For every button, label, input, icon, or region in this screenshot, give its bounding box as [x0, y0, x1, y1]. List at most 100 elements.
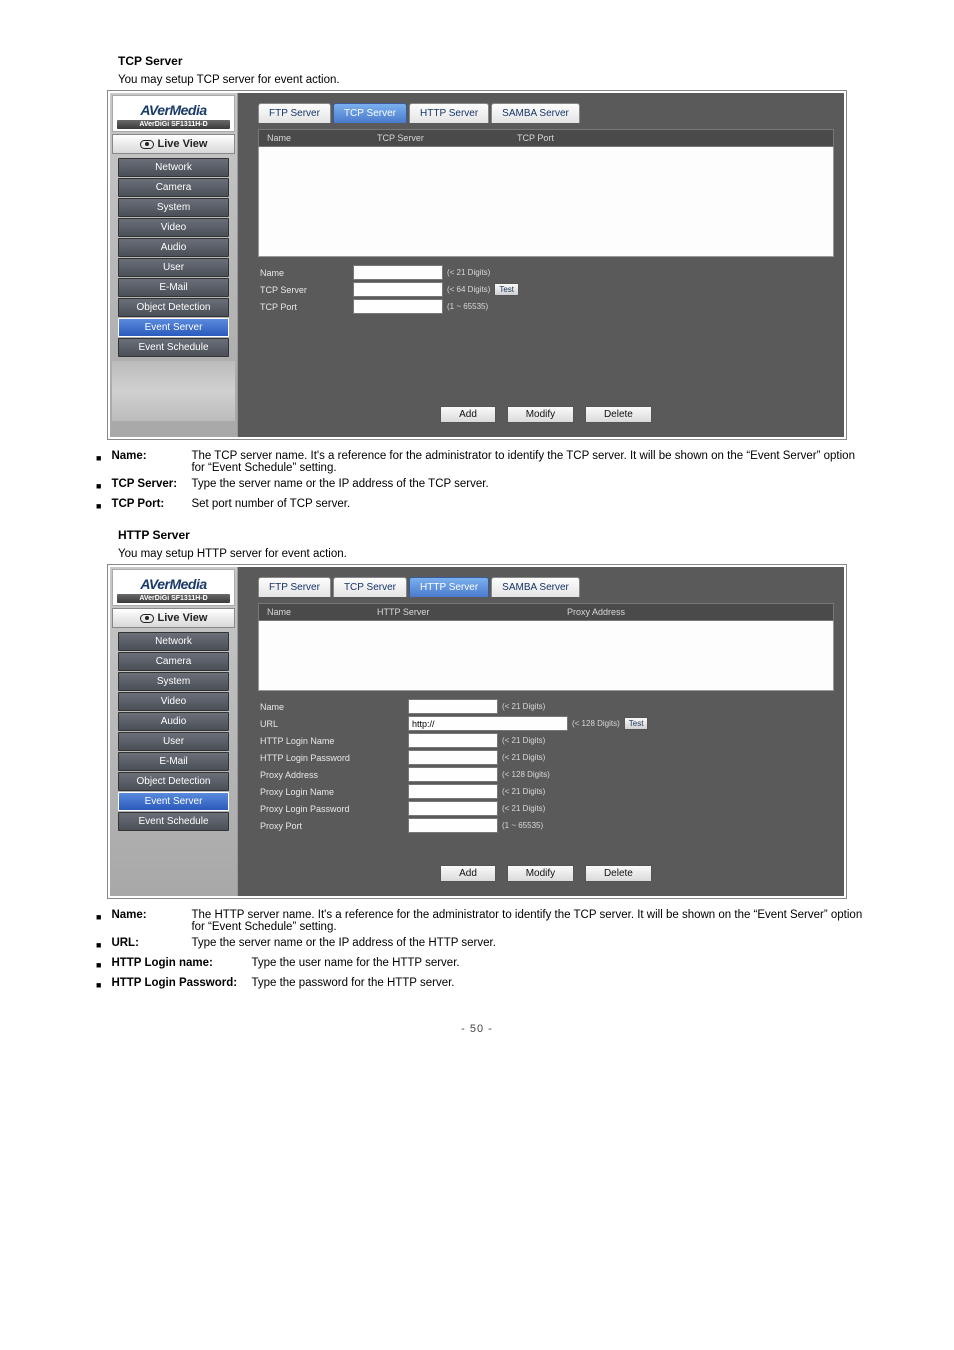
- input-name[interactable]: [408, 699, 498, 714]
- col-http-server: HTTP Server: [369, 604, 559, 620]
- intro-tcp: You may setup TCP server for event actio…: [118, 74, 864, 86]
- hint-proxy-login: (< 21 Digits): [498, 787, 545, 796]
- tab-samba-server[interactable]: SAMBA Server: [491, 577, 580, 597]
- bullet-label: TCP Server:: [111, 478, 181, 494]
- modify-button[interactable]: Modify: [507, 406, 574, 423]
- add-button[interactable]: Add: [440, 865, 496, 882]
- sidebar-item-network[interactable]: Network: [118, 632, 229, 651]
- label-proxy-address: Proxy Address: [258, 770, 408, 780]
- tab-ftp-server[interactable]: FTP Server: [258, 103, 331, 123]
- live-view-button[interactable]: Live View: [112, 608, 235, 628]
- list-header: Name HTTP Server Proxy Address: [258, 603, 834, 621]
- live-view-button[interactable]: Live View: [112, 134, 235, 154]
- http-server-screenshot: AVerMedia AVerDiGi SF1311H-D Live View N…: [107, 564, 847, 899]
- col-tcp-server: TCP Server: [369, 130, 509, 146]
- sidebar-item-object-detection[interactable]: Object Detection: [118, 772, 229, 791]
- input-proxy-address[interactable]: [408, 767, 498, 782]
- tab-http-server[interactable]: HTTP Server: [409, 577, 489, 597]
- modify-button[interactable]: Modify: [507, 865, 574, 882]
- sidebar-item-event-server[interactable]: Event Server: [118, 792, 229, 811]
- input-name[interactable]: [353, 265, 443, 280]
- intro-http: You may setup HTTP server for event acti…: [118, 548, 864, 560]
- tab-tcp-server[interactable]: TCP Server: [333, 577, 407, 597]
- tab-samba-server[interactable]: SAMBA Server: [491, 103, 580, 123]
- hint-http-pass: (< 21 Digits): [498, 753, 545, 762]
- col-name: Name: [259, 604, 369, 620]
- input-tcp-server[interactable]: [353, 282, 443, 297]
- tab-tcp-server[interactable]: TCP Server: [333, 103, 407, 123]
- bullet-label: TCP Port:: [111, 498, 181, 514]
- brand-main: AVerMedia: [117, 576, 230, 592]
- server-list[interactable]: [258, 147, 834, 257]
- sidebar-item-audio[interactable]: Audio: [118, 712, 229, 731]
- eye-icon: [140, 614, 154, 623]
- sidebar-item-event-server[interactable]: Event Server: [118, 318, 229, 337]
- brand-box: AVerMedia AVerDiGi SF1311H-D: [112, 569, 235, 606]
- sidebar-item-label: Live View: [158, 138, 208, 150]
- col-name: Name: [259, 130, 369, 146]
- sidebar-item-camera[interactable]: Camera: [118, 178, 229, 197]
- delete-button[interactable]: Delete: [585, 406, 652, 423]
- bullet-body: The TCP server name. It's a reference fo…: [191, 450, 864, 474]
- col-tcp-port: TCP Port: [509, 130, 833, 146]
- input-http-login-name[interactable]: [408, 733, 498, 748]
- input-proxy-port[interactable]: [408, 818, 498, 833]
- tcp-server-screenshot: AVerMedia AVerDiGi SF1311H-D Live View N…: [107, 90, 847, 440]
- hint-tcp-server: (< 64 Digits): [443, 285, 490, 294]
- page-number: - 50 -: [90, 1023, 864, 1035]
- bullet-body: The HTTP server name. It's a reference f…: [191, 909, 864, 933]
- hint-proxy-pass: (< 21 Digits): [498, 804, 545, 813]
- input-http-login-password[interactable]: [408, 750, 498, 765]
- button-row: Add Modify Delete: [258, 835, 834, 882]
- label-proxy-port: Proxy Port: [258, 821, 408, 831]
- brand-sub: AVerDiGi SF1311H-D: [117, 120, 230, 129]
- sidebar-item-email[interactable]: E-Mail: [118, 278, 229, 297]
- section-heading-tcp: TCP Server: [118, 54, 864, 68]
- bullet-label: HTTP Login Password:: [111, 977, 241, 993]
- tab-ftp-server[interactable]: FTP Server: [258, 577, 331, 597]
- brand-box: AVerMedia AVerDiGi SF1311H-D: [112, 95, 235, 132]
- server-list[interactable]: [258, 621, 834, 691]
- brand-main: AVerMedia: [117, 102, 230, 118]
- tab-http-server[interactable]: HTTP Server: [409, 103, 489, 123]
- sidebar-item-object-detection[interactable]: Object Detection: [118, 298, 229, 317]
- label-url: URL: [258, 719, 408, 729]
- form-block: Name (< 21 Digits) URL (< 128 Digits) Te…: [258, 699, 834, 833]
- sidebar-item-event-schedule[interactable]: Event Schedule: [118, 338, 229, 357]
- test-button[interactable]: Test: [624, 717, 649, 730]
- label-http-login-name: HTTP Login Name: [258, 736, 408, 746]
- sidebar-item-user[interactable]: User: [118, 732, 229, 751]
- input-proxy-login-name[interactable]: [408, 784, 498, 799]
- sidebar-item-system[interactable]: System: [118, 672, 229, 691]
- sidebar-item-system[interactable]: System: [118, 198, 229, 217]
- sidebar-item-audio[interactable]: Audio: [118, 238, 229, 257]
- bullet-body: Type the user name for the HTTP server.: [251, 957, 864, 973]
- sidebar-item-camera[interactable]: Camera: [118, 652, 229, 671]
- label-proxy-login-name: Proxy Login Name: [258, 787, 408, 797]
- sidebar-item-event-schedule[interactable]: Event Schedule: [118, 812, 229, 831]
- bullet-body: Type the server name or the IP address o…: [191, 478, 864, 494]
- sidebar-item-video[interactable]: Video: [118, 218, 229, 237]
- input-url[interactable]: [408, 716, 568, 731]
- sidebar-item-label: Live View: [158, 612, 208, 624]
- test-button[interactable]: Test: [494, 283, 519, 296]
- sidebar-item-network[interactable]: Network: [118, 158, 229, 177]
- sidebar-spacer: [112, 361, 235, 421]
- input-tcp-port[interactable]: [353, 299, 443, 314]
- bullet-body: Type the password for the HTTP server.: [251, 977, 864, 993]
- delete-button[interactable]: Delete: [585, 865, 652, 882]
- sidebar-item-video[interactable]: Video: [118, 692, 229, 711]
- add-button[interactable]: Add: [440, 406, 496, 423]
- hint-name: (< 21 Digits): [443, 268, 490, 277]
- hint-http-login: (< 21 Digits): [498, 736, 545, 745]
- label-name: Name: [258, 268, 353, 278]
- label-proxy-login-password: Proxy Login Password: [258, 804, 408, 814]
- brand-sub: AVerDiGi SF1311H-D: [117, 594, 230, 603]
- tcp-bullets: Name:The TCP server name. It's a referen…: [90, 450, 864, 514]
- input-proxy-login-password[interactable]: [408, 801, 498, 816]
- sidebar-item-user[interactable]: User: [118, 258, 229, 277]
- sidebar-item-email[interactable]: E-Mail: [118, 752, 229, 771]
- hint-proxy-addr: (< 128 Digits): [498, 770, 550, 779]
- button-row: Add Modify Delete: [258, 316, 834, 423]
- content-panel: FTP Server TCP Server HTTP Server SAMBA …: [238, 567, 844, 896]
